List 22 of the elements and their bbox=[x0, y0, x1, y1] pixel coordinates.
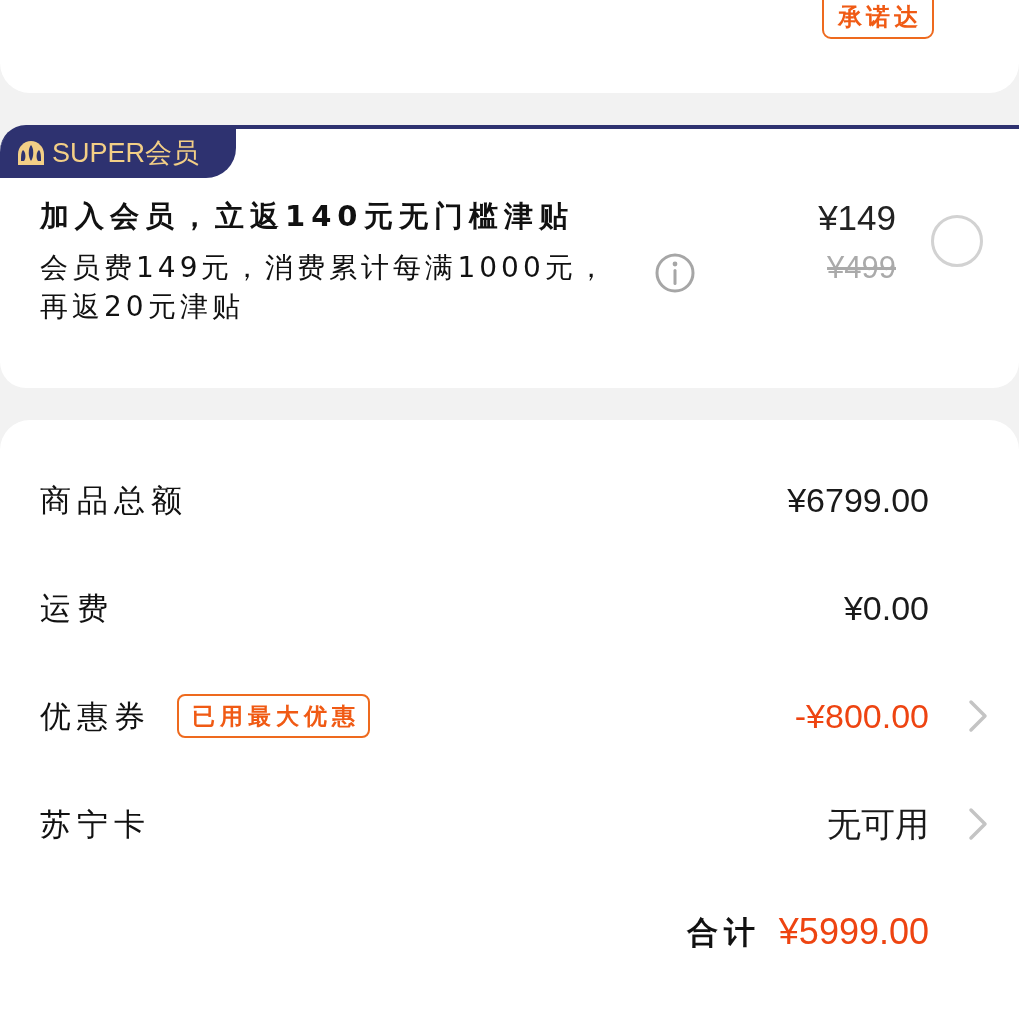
row-label: 优惠券 bbox=[40, 697, 151, 736]
row-value: ¥6799.00 bbox=[787, 480, 929, 520]
row-value: -¥800.00 bbox=[794, 696, 929, 736]
chevron-right-icon[interactable] bbox=[968, 807, 988, 841]
membership-label: SUPER会员 bbox=[52, 137, 200, 169]
row-value: ¥0.00 bbox=[843, 588, 929, 628]
chevron-right-icon[interactable] bbox=[968, 699, 988, 733]
membership-title: 加入会员，立返140元无门槛津贴 bbox=[40, 198, 575, 234]
total-label: 合计 bbox=[686, 913, 761, 952]
select-radio[interactable] bbox=[931, 215, 983, 267]
row-value: 无可用 bbox=[827, 804, 929, 844]
crown-icon bbox=[16, 139, 46, 167]
row-label: 运费 bbox=[40, 589, 114, 628]
total-amount: ¥5999.00 bbox=[778, 912, 929, 952]
row-label: 商品总额 bbox=[40, 481, 188, 520]
delivery-tag: 承诺达 bbox=[822, 0, 934, 39]
discount-tag: 已用最大优惠 bbox=[177, 694, 370, 738]
info-icon[interactable] bbox=[655, 253, 695, 293]
original-price: ¥499 bbox=[826, 249, 896, 287]
row-label: 苏宁卡 bbox=[40, 805, 151, 844]
membership-price: ¥149 bbox=[818, 198, 896, 238]
membership-description: 会员费149元，消费累计每满1000元，再返20元津贴 bbox=[40, 250, 610, 325]
